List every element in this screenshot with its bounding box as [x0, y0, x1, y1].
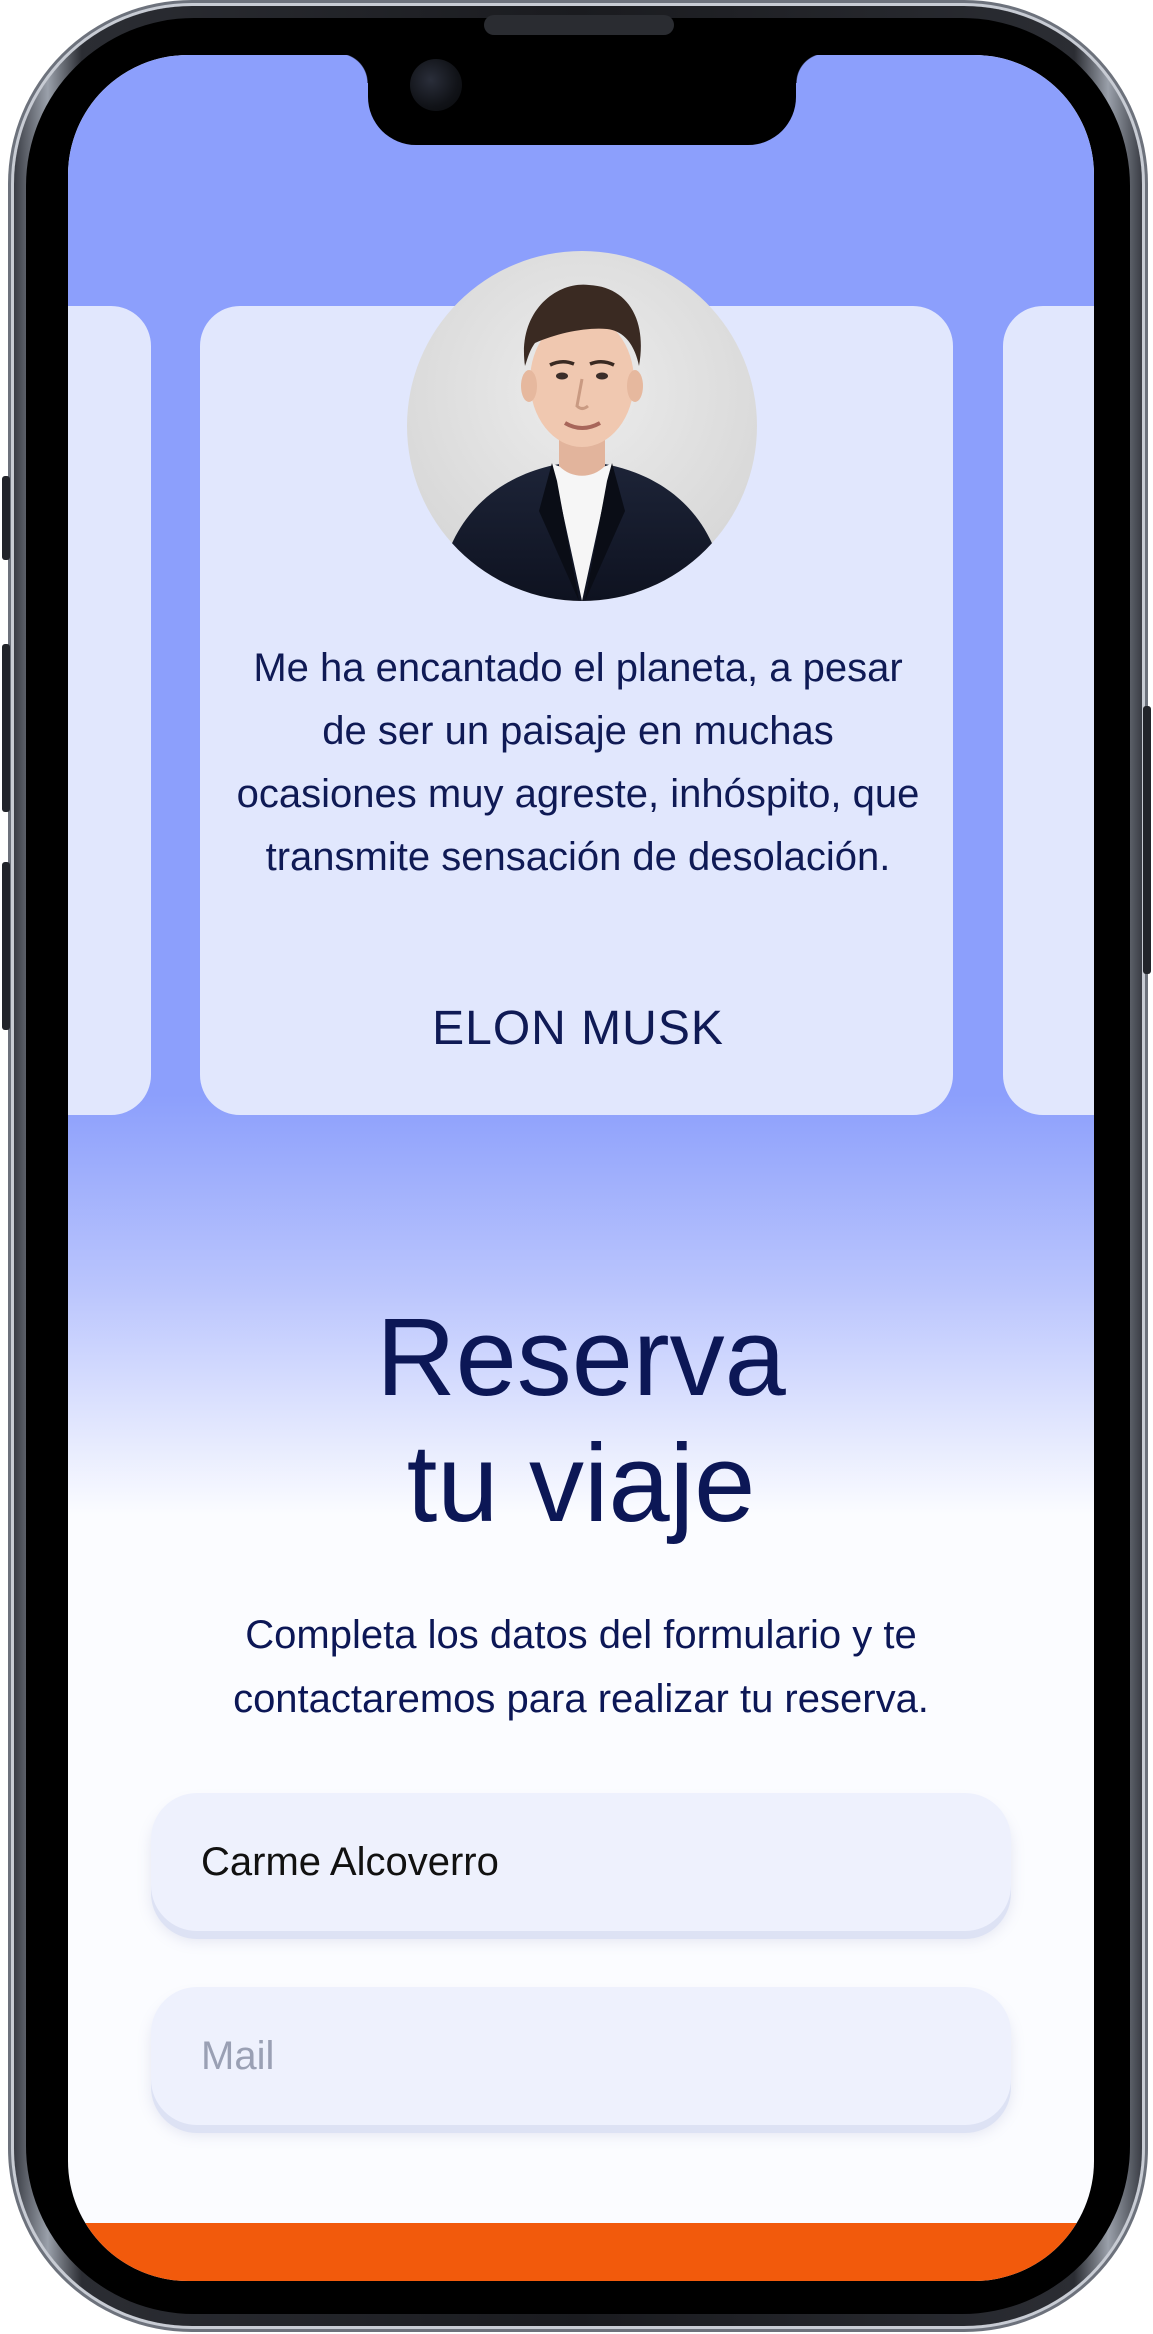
front-camera-icon	[410, 59, 462, 111]
person-portrait-icon	[437, 284, 727, 601]
booking-description: Completa los datos del formulario y te c…	[233, 1613, 929, 1721]
volume-down-button	[2, 862, 10, 1030]
booking-title-line-1: Reserva	[376, 1296, 786, 1419]
mail-input[interactable]	[151, 1987, 1011, 2125]
booking-title-line-2: tu viaje	[406, 1422, 756, 1545]
volume-up-button	[2, 644, 10, 812]
booking-title: Reserva tu viaje	[68, 1295, 1094, 1547]
testimonial-avatar	[407, 251, 757, 601]
name-input[interactable]	[151, 1793, 1011, 1931]
app-screen: Me ha encantado el planeta, a pesar de s…	[68, 55, 1094, 2281]
mute-switch	[2, 476, 10, 560]
power-button	[1143, 706, 1151, 974]
submit-button-bar[interactable]	[68, 2223, 1094, 2281]
testimonial-card-next[interactable]	[1003, 306, 1094, 1115]
earpiece-speaker	[484, 15, 674, 35]
testimonial-card-previous[interactable]	[68, 306, 151, 1115]
testimonial-author: ELON MUSK	[432, 1002, 724, 1055]
testimonial-quote: Me ha encantado el planeta, a pesar de s…	[236, 646, 920, 879]
display-notch	[338, 55, 826, 145]
